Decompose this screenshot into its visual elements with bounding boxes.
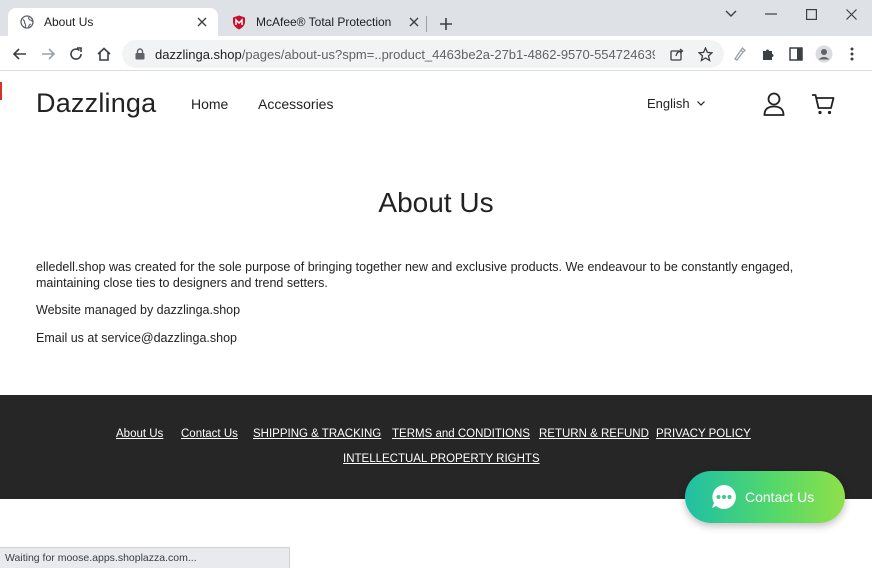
extensions-menu-button[interactable] [756, 42, 780, 66]
web-page: Dazzlinga Home Accessories English About… [0, 71, 872, 568]
site-logo[interactable]: Dazzlinga [36, 88, 156, 119]
footer-link-privacy[interactable]: PRIVACY POLICY [656, 428, 751, 440]
tab-search-button[interactable] [713, 4, 749, 24]
cart-icon[interactable] [810, 91, 836, 117]
tab-title: About Us [44, 15, 94, 29]
globe-icon [19, 14, 35, 30]
url-path: /pages/about-us?spm=..product_4463be2a-2… [241, 46, 655, 62]
about-paragraph: elledell.shop was created for the sole p… [36, 260, 794, 290]
browser-menu-button[interactable] [840, 42, 864, 66]
reload-icon [70, 47, 82, 60]
arrow-left-icon [12, 48, 26, 60]
footer-link-return[interactable]: RETURN & REFUND [539, 428, 649, 440]
tab-strip: About Us McAfee® Total Protection [0, 0, 872, 36]
contact-us-widget-label: Contact Us [745, 489, 815, 505]
profile-avatar-icon [815, 45, 833, 63]
footer-link-about-us[interactable]: About Us [116, 428, 163, 440]
url-text: dazzlinga.shop/pages/about-us?spm=..prod… [155, 47, 655, 62]
chevron-down-icon [725, 10, 737, 17]
extension-pen-icon [734, 47, 746, 61]
home-button[interactable] [92, 42, 116, 66]
url-host: dazzlinga.shop [155, 46, 242, 62]
extension-button[interactable] [728, 42, 752, 66]
nav-accessories-link[interactable]: Accessories [258, 96, 333, 112]
email-text: Email us at service@dazzlinga.shop [36, 331, 237, 345]
profile-button[interactable] [812, 42, 836, 66]
language-label: English [647, 96, 690, 111]
footer-link-shipping[interactable]: SHIPPING & TRACKING [253, 428, 381, 440]
close-tab-icon[interactable] [194, 14, 210, 30]
language-selector[interactable]: English [647, 96, 705, 111]
chat-bubble-icon [709, 482, 739, 512]
contact-us-widget-button[interactable]: Contact Us [685, 471, 845, 523]
bookmark-star-icon[interactable] [697, 46, 713, 62]
tab-about-us[interactable]: About Us [8, 8, 218, 36]
close-window-button[interactable] [833, 4, 869, 24]
nav-home-link[interactable]: Home [191, 96, 228, 112]
lock-icon[interactable] [133, 47, 147, 61]
plus-icon [440, 18, 452, 30]
share-icon[interactable] [669, 46, 685, 62]
new-tab-button[interactable] [436, 14, 456, 34]
maximize-icon [805, 8, 817, 20]
side-panel-icon [789, 47, 803, 61]
footer-link-ip-rights[interactable]: INTELLECTUAL PROPERTY RIGHTS [343, 453, 540, 465]
browser-toolbar: dazzlinga.shop/pages/about-us?spm=..prod… [0, 36, 872, 71]
forward-button[interactable] [36, 42, 60, 66]
arrow-right-icon [42, 48, 56, 60]
minimize-icon [765, 13, 777, 15]
back-button[interactable] [8, 42, 32, 66]
close-tab-icon[interactable] [406, 14, 422, 30]
managed-by-text: Website managed by dazzlinga.shop [36, 303, 241, 317]
footer-link-contact-us[interactable]: Contact Us [181, 428, 238, 440]
reload-button[interactable] [64, 42, 88, 66]
footer-link-terms[interactable]: TERMS and CONDITIONS [392, 428, 530, 440]
home-icon [97, 47, 111, 61]
side-panel-button[interactable] [784, 42, 808, 66]
minimize-button[interactable] [753, 4, 789, 24]
kebab-menu-icon [850, 47, 854, 61]
page-title: About Us [378, 187, 494, 218]
chevron-down-icon [696, 101, 705, 106]
mcafee-shield-icon [231, 14, 247, 30]
tab-mcafee[interactable]: McAfee® Total Protection [220, 8, 430, 36]
tab-title: McAfee® Total Protection [256, 15, 392, 29]
puzzle-icon [763, 49, 774, 60]
page-edge-marker [0, 82, 2, 100]
maximize-button[interactable] [793, 4, 829, 24]
address-bar[interactable]: dazzlinga.shop/pages/about-us?spm=..prod… [122, 40, 724, 68]
browser-status-bar: Waiting for moose.apps.shoplazza.com... [0, 547, 290, 568]
account-icon[interactable] [761, 91, 787, 117]
close-icon [845, 8, 857, 20]
tab-separator [426, 16, 427, 32]
